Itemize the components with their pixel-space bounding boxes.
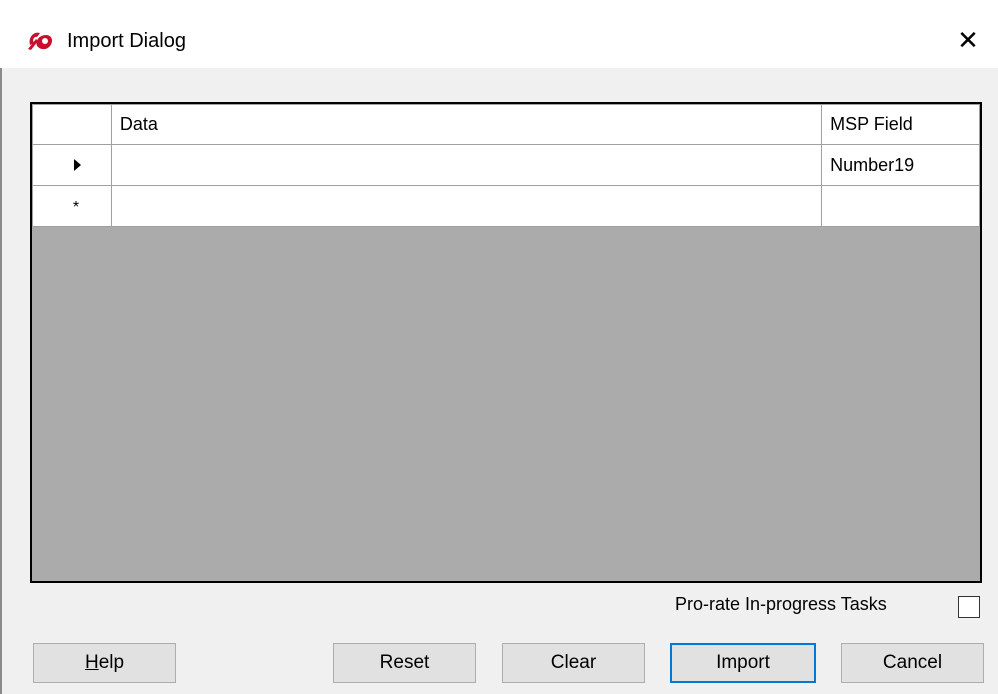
mapping-table: Data MSP Field Probability of Existence … <box>32 104 980 227</box>
clear-button[interactable]: Clear <box>502 643 645 683</box>
table-row[interactable]: Probability of Existence (%) Number19 <box>32 144 980 186</box>
column-header-msp-field[interactable]: MSP Field <box>821 104 980 145</box>
import-button[interactable]: Import <box>670 643 816 683</box>
prorate-label: Pro-rate In-progress Tasks <box>675 594 887 614</box>
close-button[interactable]: ✕ <box>948 20 988 60</box>
row-header-new[interactable]: * <box>32 185 112 227</box>
table-header-row: Data MSP Field <box>32 104 980 145</box>
cell-msp-field[interactable]: Number19 <box>821 144 980 186</box>
column-header-data[interactable]: Data <box>110 104 823 145</box>
title-bar: Import Dialog ✕ <box>0 0 998 68</box>
row-header-current[interactable] <box>32 144 112 186</box>
help-button[interactable]: Help <box>33 643 176 683</box>
app-logo-icon <box>28 32 53 50</box>
help-button-label: elp <box>98 652 125 673</box>
table-row-new[interactable]: * <box>32 185 980 227</box>
help-button-mnemonic: H <box>84 652 99 673</box>
cancel-button[interactable]: Cancel <box>841 643 984 683</box>
mapping-grid[interactable]: Data MSP Field Probability of Existence … <box>30 102 982 583</box>
cell-data[interactable]: Probability of Existence (%) <box>110 144 823 186</box>
reset-button[interactable]: Reset <box>333 643 476 683</box>
current-row-arrow-icon <box>74 158 82 171</box>
close-icon: ✕ <box>957 24 979 55</box>
prorate-checkbox[interactable] <box>958 596 980 618</box>
cell-data-new[interactable] <box>110 185 823 227</box>
cell-msp-field-new[interactable] <box>821 185 980 227</box>
corner-cell <box>32 104 112 145</box>
new-row-star-icon: * <box>72 198 80 216</box>
window-title: Import Dialog <box>67 30 186 52</box>
window-border <box>0 0 2 694</box>
